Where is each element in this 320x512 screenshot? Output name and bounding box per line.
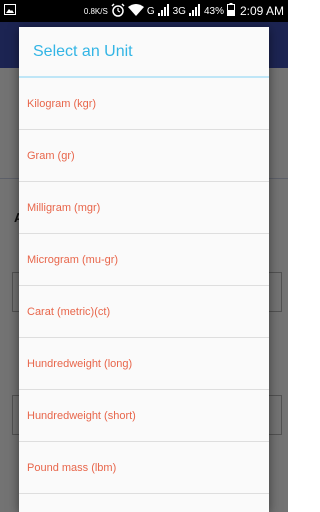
network-3g-label: 3G	[172, 5, 186, 17]
gallery-icon	[4, 4, 16, 18]
unit-option-microgram[interactable]: Microgram (mu-gr)	[19, 234, 269, 286]
wifi-icon	[127, 3, 144, 19]
unit-option-gram[interactable]: Gram (gr)	[19, 130, 269, 182]
carrier-g-label: G	[146, 5, 155, 17]
unit-option-hundredweight-short[interactable]: Hundredweight (short)	[19, 390, 269, 442]
unit-option-milligram[interactable]: Milligram (mgr)	[19, 182, 269, 234]
screen: 0.8K/S G 3G 43% 2:09 AM Select an Unit K…	[0, 0, 288, 512]
clock: 2:09 AM	[239, 4, 284, 18]
signal-icon	[157, 3, 170, 19]
unit-option-pound-mass[interactable]: Pound mass (lbm)	[19, 442, 269, 494]
battery-percent: 43%	[203, 5, 224, 17]
unit-option-carat[interactable]: Carat (metric)(ct)	[19, 286, 269, 338]
alarm-icon	[111, 2, 125, 20]
signal-icon	[188, 3, 201, 19]
status-bar-left	[4, 4, 16, 18]
status-bar: 0.8K/S G 3G 43% 2:09 AM	[0, 0, 288, 22]
network-speed: 0.8K/S	[83, 6, 108, 16]
status-bar-right: 0.8K/S G 3G 43% 2:09 AM	[83, 2, 284, 20]
unit-list: Kilogram (kgr) Gram (gr) Milligram (mgr)…	[19, 78, 269, 494]
battery-icon	[226, 3, 235, 19]
select-unit-dialog: Select an Unit Kilogram (kgr) Gram (gr) …	[19, 27, 269, 512]
dialog-title: Select an Unit	[19, 27, 269, 78]
unit-option-kilogram[interactable]: Kilogram (kgr)	[19, 78, 269, 130]
unit-option-hundredweight-long[interactable]: Hundredweight (long)	[19, 338, 269, 390]
